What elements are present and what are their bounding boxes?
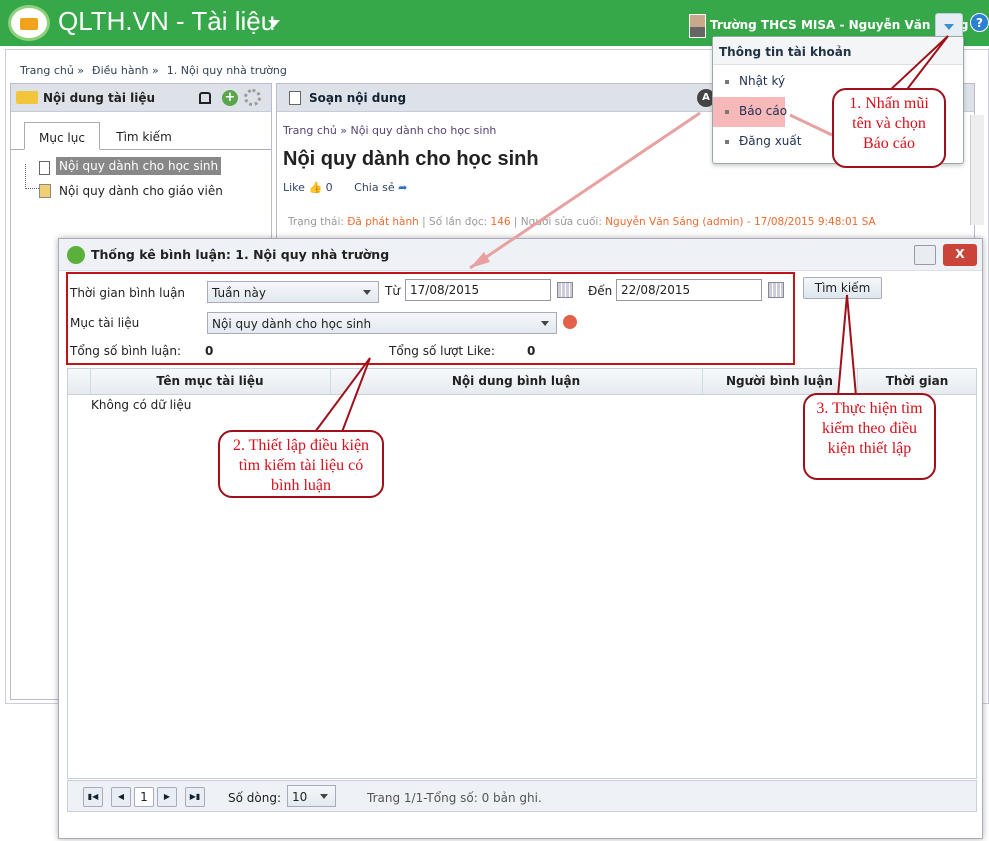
- total-likes-value: 0: [527, 344, 536, 358]
- like-count: 0: [325, 181, 333, 194]
- calendar-icon[interactable]: [557, 282, 573, 298]
- chevron-down-icon[interactable]: [268, 20, 280, 33]
- app-title[interactable]: QLTH.VN - Tài liệu: [58, 6, 275, 37]
- tree-connector: [25, 164, 39, 189]
- prev-page-button[interactable]: ◀: [111, 787, 131, 807]
- document-status: Trạng thái: Đã phát hành | Số lần đọc: 1…: [288, 216, 876, 228]
- share-button[interactable]: Chia sẻ: [354, 181, 394, 194]
- panel-title: Nội dung tài liệu: [43, 91, 156, 105]
- page-input[interactable]: 1: [134, 787, 154, 807]
- user-name[interactable]: Trường THCS MISA - Nguyễn Văn Sáng: [710, 18, 968, 32]
- callout-step-3: 3. Thực hiện tìm kiếm theo điều kiện thi…: [803, 393, 936, 480]
- status-label: Trạng thái:: [288, 216, 348, 228]
- dialog-title: Thống kê bình luận: 1. Nội quy nhà trườn…: [91, 247, 390, 262]
- category-select[interactable]: Nội quy dành cho học sinh: [207, 312, 557, 334]
- pager: ▮◀ ◀ 1 ▶ ▶▮ Số dòng: 10 Trang 1/1-Tổng s…: [67, 780, 977, 812]
- callout-step-1: 1. Nhấn mũi tên và chọn Báo cáo: [832, 88, 946, 168]
- logo-icon: [8, 5, 50, 41]
- compose-button[interactable]: Soạn nội dung: [309, 91, 406, 105]
- compose-icon: [289, 91, 301, 105]
- editor-value: Nguyễn Văn Sáng (admin) - 17/08/2015 9:4…: [605, 216, 876, 228]
- reads-label: | Số lần đọc:: [418, 216, 491, 228]
- breadcrumb: Trang chủ » Điều hành » 1. Nội quy nhà trư…: [20, 64, 295, 77]
- content-breadcrumb[interactable]: Trang chủ » Nội quy dành cho học sinh: [283, 124, 496, 137]
- account-info-header[interactable]: Thông tin tài khoản: [713, 37, 963, 65]
- empty-message: Không có dữ liệu: [91, 398, 192, 412]
- column-category[interactable]: Tên mục tài liệu: [90, 374, 330, 388]
- editor-label: | Người sửa cuối:: [510, 216, 606, 228]
- tab-toc[interactable]: Mục lục: [24, 122, 100, 150]
- reads-value: 146: [490, 216, 511, 228]
- category-label: Mục tài liệu: [70, 316, 140, 330]
- brand-name: QLTH.VN: [58, 6, 169, 36]
- avatar: [689, 14, 706, 38]
- module-name: - Tài liệu: [168, 6, 276, 36]
- remove-icon[interactable]: [563, 315, 577, 329]
- page-info: Trang 1/1-Tổng số: 0 bản ghi.: [367, 791, 542, 805]
- help-icon[interactable]: ?: [970, 13, 989, 32]
- folder-icon: [16, 91, 38, 104]
- breadcrumb-current: 1. Nội quy nhà trường: [166, 64, 287, 77]
- total-comments-label: Tổng số bình luận:: [70, 344, 182, 358]
- dialog-title-bar[interactable]: Thống kê bình luận: 1. Nội quy nhà trườn…: [59, 239, 982, 271]
- document-icon: [39, 161, 50, 175]
- like-button[interactable]: Like: [283, 181, 305, 194]
- add-icon[interactable]: +: [222, 90, 238, 106]
- rows-label: Số dòng:: [228, 791, 281, 805]
- to-date-input[interactable]: 22/08/2015: [616, 279, 762, 301]
- status-value: Đã phát hành: [347, 216, 419, 228]
- search-button[interactable]: Tìm kiếm: [803, 277, 882, 299]
- left-panel-header: Nội dung tài liệu +: [11, 84, 271, 112]
- last-page-button[interactable]: ▶▮: [185, 787, 205, 807]
- calendar-icon[interactable]: [768, 282, 784, 298]
- to-label: Đến: [588, 284, 613, 298]
- column-commenter[interactable]: Người bình luận: [702, 374, 857, 388]
- column-content[interactable]: Nội dung bình luận: [330, 374, 702, 388]
- tab-bar: Mục lục Tìm kiếm: [11, 122, 271, 150]
- time-select[interactable]: Tuần này: [207, 281, 379, 303]
- gear-icon[interactable]: [244, 89, 261, 106]
- first-page-button[interactable]: ▮◀: [83, 787, 103, 807]
- from-label: Từ: [385, 284, 400, 298]
- unlock-icon[interactable]: [199, 92, 211, 104]
- total-likes-label: Tổng số lượt Like:: [389, 344, 495, 358]
- breadcrumb-home[interactable]: Trang chủ »: [20, 64, 84, 77]
- column-time[interactable]: Thời gian: [857, 374, 977, 388]
- tree-item[interactable]: Nội quy dành cho học sinh: [56, 157, 222, 175]
- total-comments-value: 0: [205, 344, 214, 358]
- scrollbar[interactable]: [970, 115, 984, 225]
- social-bar: Like 👍 0 Chia sẻ ➦: [283, 181, 407, 194]
- tree-item[interactable]: Nội quy dành cho giáo viên: [56, 182, 226, 200]
- tab-search[interactable]: Tìm kiếm: [106, 122, 182, 150]
- from-date-input[interactable]: 17/08/2015: [405, 279, 551, 301]
- comment-icon: [67, 246, 85, 264]
- table-header: Tên mục tài liệu Nội dung bình luận Ngườ…: [67, 368, 977, 395]
- next-page-button[interactable]: ▶: [157, 787, 177, 807]
- maximize-button[interactable]: [914, 245, 936, 265]
- edit-document-icon: [39, 184, 51, 198]
- document-title: Nội quy dành cho học sinh: [283, 148, 539, 170]
- callout-step-2: 2. Thiết lập điều kiện tìm kiếm tài liệu…: [218, 430, 384, 498]
- breadcrumb-operation[interactable]: Điều hành »: [92, 64, 159, 77]
- rows-select[interactable]: 10: [287, 785, 336, 807]
- time-label: Thời gian bình luận: [70, 286, 186, 300]
- close-button[interactable]: X: [943, 244, 977, 266]
- share-icon[interactable]: ➦: [398, 181, 407, 194]
- thumbs-up-icon[interactable]: 👍: [308, 181, 322, 194]
